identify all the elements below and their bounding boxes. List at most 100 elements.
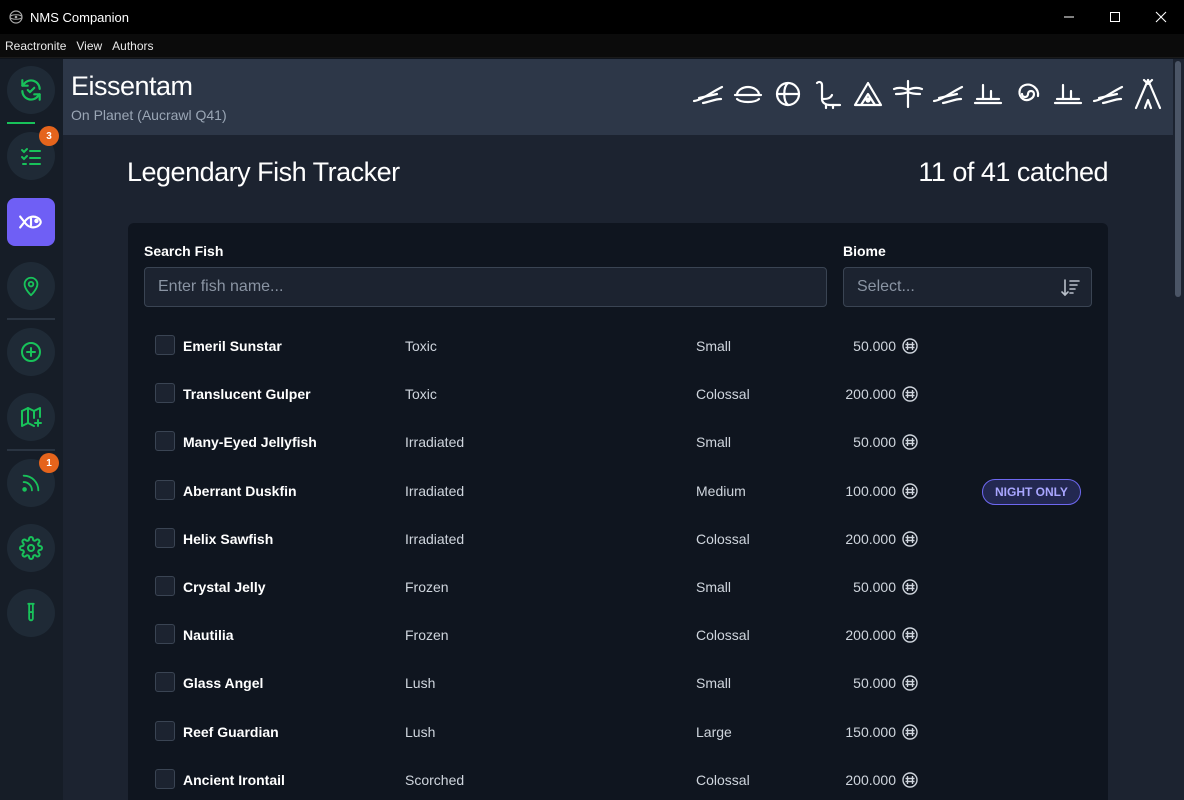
title-bar: NMS Companion bbox=[0, 0, 1184, 34]
planet-name: Eissentam bbox=[71, 71, 193, 101]
tasks-badge: 3 bbox=[39, 126, 59, 146]
catch-count: 11 of 41 catched bbox=[918, 157, 1108, 187]
main-content: Legendary Fish Tracker 11 of 41 catched … bbox=[63, 135, 1173, 800]
biome-label: Biome bbox=[843, 243, 886, 259]
scrollbar-thumb[interactable] bbox=[1175, 61, 1181, 297]
caught-checkbox[interactable] bbox=[155, 768, 175, 789]
fish-row: Translucent Gulper Toxic Colossal 200.000 bbox=[128, 371, 1108, 419]
fish-name: Aberrant Duskfin bbox=[183, 482, 297, 499]
fish-biome: Scorched bbox=[405, 771, 465, 788]
close-button[interactable] bbox=[1138, 0, 1184, 34]
add-button[interactable] bbox=[7, 328, 55, 376]
fish-name: Many-Eyed Jellyfish bbox=[183, 434, 317, 451]
feed-button[interactable]: 1 bbox=[7, 453, 59, 507]
portal-glyphs bbox=[691, 75, 1165, 113]
glyph-triangle-icon bbox=[851, 75, 885, 113]
units-icon bbox=[902, 338, 918, 354]
glyph-galaxy-icon bbox=[1011, 75, 1045, 113]
settings-button[interactable] bbox=[7, 524, 55, 572]
biome-select[interactable]: Select... bbox=[843, 267, 1092, 307]
fish-price: 100.000 bbox=[845, 482, 896, 499]
fish-biome: Lush bbox=[405, 675, 436, 692]
fish-biome: Irradiated bbox=[405, 434, 465, 451]
maximize-icon bbox=[1110, 12, 1120, 22]
units-icon bbox=[902, 772, 918, 788]
fish-name: Crystal Jelly bbox=[183, 579, 266, 595]
scrollbar[interactable] bbox=[1173, 59, 1184, 800]
glyph-bird-icon bbox=[691, 75, 725, 113]
fish-size: Small bbox=[696, 434, 732, 451]
fish-name: Glass Angel bbox=[183, 675, 264, 692]
menu-view[interactable]: View bbox=[71, 39, 107, 53]
caught-checkbox[interactable] bbox=[155, 672, 175, 693]
caught-checkbox[interactable] bbox=[155, 527, 175, 548]
menu-bar: Reactronite View Authors bbox=[0, 34, 1184, 58]
locations-button[interactable] bbox=[7, 262, 55, 310]
fish-biome: Irradiated bbox=[405, 530, 465, 547]
search-field[interactable] bbox=[144, 267, 827, 307]
fish-row: Many-Eyed Jellyfish Irradiated Small 50.000 bbox=[128, 419, 1108, 467]
fish-name: Translucent Gulper bbox=[183, 386, 311, 403]
lab-button[interactable] bbox=[7, 589, 55, 637]
tasks-button[interactable]: 3 bbox=[7, 126, 59, 180]
sync-button[interactable] bbox=[7, 66, 55, 114]
biome-select-value: Select... bbox=[857, 278, 915, 295]
map-plus-icon bbox=[21, 407, 42, 427]
fish-size: Medium bbox=[696, 482, 746, 499]
search-input[interactable] bbox=[158, 278, 826, 296]
units-icon bbox=[902, 386, 918, 402]
checklist-icon bbox=[21, 148, 41, 165]
glyph-bird-icon bbox=[1091, 75, 1125, 113]
add-map-button[interactable] bbox=[7, 393, 55, 441]
units-icon bbox=[902, 482, 918, 499]
gear-icon bbox=[19, 536, 43, 560]
fish-size: Colossal bbox=[696, 530, 750, 547]
glyph-boat-icon bbox=[731, 75, 765, 113]
page-title: Legendary Fish Tracker bbox=[127, 157, 400, 187]
fish-icon bbox=[19, 215, 42, 229]
caught-checkbox[interactable] bbox=[155, 479, 175, 500]
fish-size: Large bbox=[696, 723, 732, 740]
fish-price: 50.000 bbox=[853, 579, 896, 595]
window-title: NMS Companion bbox=[30, 9, 129, 25]
sidebar-progress bbox=[7, 122, 35, 124]
fish-biome: Irradiated bbox=[405, 482, 465, 499]
caught-checkbox[interactable] bbox=[155, 383, 175, 404]
maximize-button[interactable] bbox=[1092, 0, 1138, 34]
test-tube-icon bbox=[27, 602, 35, 622]
fish-row: Reef Guardian Lush Large 150.000 bbox=[128, 709, 1108, 757]
caught-checkbox[interactable] bbox=[155, 576, 175, 596]
menu-reactronite[interactable]: Reactronite bbox=[0, 39, 71, 53]
fish-name: Nautilia bbox=[183, 627, 234, 644]
caught-checkbox[interactable] bbox=[155, 431, 175, 452]
fish-name: Emeril Sunstar bbox=[183, 338, 282, 354]
fish-name: Reef Guardian bbox=[183, 723, 279, 740]
fish-row: Crystal Jelly Frozen Small 50.000 bbox=[128, 564, 1108, 612]
fish-row: Emeril Sunstar Toxic Small 50.000 bbox=[128, 323, 1108, 371]
glyph-voyager-icon bbox=[971, 75, 1005, 113]
caught-checkbox[interactable] bbox=[155, 624, 175, 645]
glyph-bird-icon bbox=[931, 75, 965, 113]
fish-name: Ancient Irontail bbox=[183, 771, 285, 788]
search-label: Search Fish bbox=[144, 243, 224, 259]
map-pin-icon bbox=[23, 276, 39, 297]
close-icon bbox=[1155, 11, 1167, 23]
fish-price: 50.000 bbox=[853, 675, 896, 692]
fish-price: 50.000 bbox=[853, 434, 896, 451]
fish-tracker-button[interactable] bbox=[7, 198, 55, 246]
fish-name: Helix Sawfish bbox=[183, 530, 274, 547]
feed-badge: 1 bbox=[39, 453, 59, 473]
planet-subtitle: On Planet (Aucrawl Q41) bbox=[71, 107, 227, 123]
night-only-badge: NIGHT ONLY bbox=[982, 478, 1081, 505]
caught-checkbox[interactable] bbox=[155, 335, 175, 355]
glyph-tent-icon bbox=[1131, 75, 1165, 113]
caught-checkbox[interactable] bbox=[155, 720, 175, 741]
menu-authors[interactable]: Authors bbox=[107, 39, 158, 53]
sidebar-divider bbox=[7, 449, 55, 451]
fish-price: 150.000 bbox=[845, 723, 896, 740]
units-icon bbox=[902, 675, 918, 692]
fish-list-card: Search Fish Biome Select... Emeril Sunst… bbox=[128, 223, 1108, 800]
minimize-icon bbox=[1064, 16, 1074, 18]
minimize-button[interactable] bbox=[1046, 0, 1092, 34]
glyph-dinosaur-icon bbox=[811, 75, 845, 113]
